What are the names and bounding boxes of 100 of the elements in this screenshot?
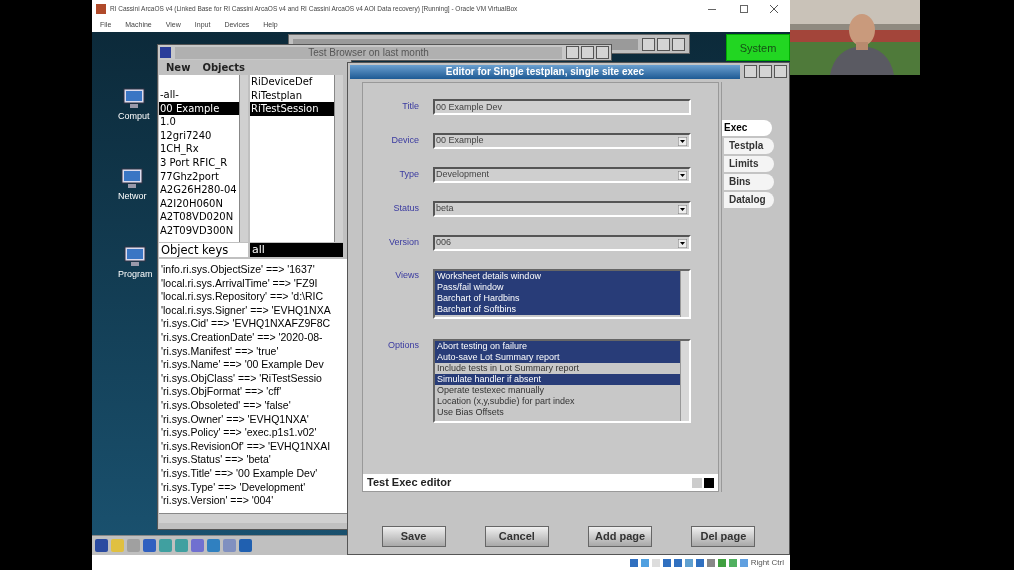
window-control-button[interactable] [759, 65, 772, 78]
scrollbar[interactable] [680, 341, 689, 421]
list-option[interactable]: Operate testexec manually [435, 385, 680, 396]
monitor-icon[interactable] [121, 88, 146, 110]
key-value-line: 'ri.sys.Obsoleted' ==> 'false' [160, 398, 292, 413]
key-value-line: 'ri.sys.Policy' ==> 'exec.p1s1.v02' [160, 426, 318, 440]
list-option[interactable]: Barchart of Softbins [435, 304, 680, 315]
dropdown-arrow-icon[interactable] [678, 136, 687, 146]
field-label: Options [386, 339, 420, 352]
list-item[interactable]: 77Ghz2port [159, 169, 239, 184]
list-item[interactable]: A2I20H060N [159, 196, 239, 211]
dialog-button[interactable]: Save [381, 526, 446, 547]
key-value-line: 'info.ri.sys.ObjectSize' ==> '1637' [160, 263, 316, 277]
list-item[interactable]: A2T09VD300N [159, 223, 239, 238]
icon-label: Comput [118, 112, 150, 121]
key-value-line: 'ri.sys.ObjFormat' ==> 'cff' [160, 385, 283, 399]
key-value-line: 'ri.sys.RevisionOf' ==> 'EVHQ1NXAI [160, 439, 332, 454]
keys-filter-field[interactable]: all [250, 243, 343, 257]
key-value-line: 'ri.sys.CreationDate' ==> '2020-08- [160, 330, 324, 345]
list-option[interactable]: Auto-save Lot Summary report [435, 352, 680, 363]
field-label: Type [398, 168, 420, 182]
notebook-tab[interactable]: Testpla [724, 138, 774, 154]
list-item[interactable]: A2T08VD020N [159, 210, 239, 224]
minimize-icon[interactable] [708, 8, 716, 10]
list-item[interactable]: A2G26H280-04 [159, 183, 239, 197]
key-value-line: 'ri.sys.Owner' ==> 'EVHQ1NXA' [160, 412, 310, 427]
window-control-button[interactable] [672, 37, 685, 51]
window-control-button[interactable] [566, 46, 579, 59]
window-control-button[interactable] [596, 46, 609, 59]
field-label: Device [390, 134, 420, 148]
key-value-line: 'ri.sys.Title' ==> '00 Example Dev' [160, 466, 319, 481]
list-item[interactable]: 12gri7240 [159, 128, 239, 143]
window-control-button[interactable] [642, 37, 655, 51]
window-title: Editor for Single testplan, single site exec [350, 64, 740, 79]
key-value-line: 'ri.sys.Cid' ==> 'EVHQ1NXAFZ9F8C [160, 317, 332, 331]
scrollbar[interactable] [334, 75, 343, 242]
field-label: Views [394, 269, 420, 282]
list-box[interactable]: Worksheet details window Pass/fail window Barchart of Hardbins Barchart of Softbins [433, 269, 691, 319]
key-value-line: 'ri.sys.Manifest' ==> 'true' [160, 344, 280, 359]
notebook-tab[interactable]: Bins [724, 174, 774, 190]
app-icon [160, 47, 171, 58]
key-value-line: 'ri.sys.Version' ==> '004' [160, 494, 275, 508]
keys-label: Object keys [159, 243, 248, 257]
list-item[interactable]: -all- [159, 88, 239, 102]
list-item[interactable]: RiTestplan [250, 88, 334, 103]
key-value-line: 'ri.sys.Type' ==> 'Development' [160, 480, 307, 495]
icon-label: Networ [118, 192, 147, 201]
close-icon[interactable] [770, 5, 778, 13]
list-item[interactable]: 3 Port RFIC_R [159, 155, 239, 170]
menu-item[interactable]: Objects [202, 60, 245, 75]
list-item[interactable]: RiTestSession [250, 102, 334, 116]
dropdown-arrow-icon[interactable] [678, 238, 687, 248]
page-status-text: Test Exec editor [367, 475, 453, 491]
list-option[interactable]: Worksheet details window [435, 271, 680, 282]
list-option[interactable]: Barchart of Hardbins [435, 293, 680, 304]
list-item[interactable]: RiDeviceDef [250, 75, 334, 89]
dialog-button[interactable]: Del page [691, 526, 756, 547]
list-option[interactable]: Pass/fail window [435, 282, 680, 293]
horizontal-scrollbar[interactable] [159, 513, 350, 523]
key-value-line: 'ri.sys.ObjClass' ==> 'RiTestSessio [160, 371, 323, 386]
list-option[interactable]: Include tests in Lot Summary report [435, 363, 680, 374]
dropdown[interactable]: beta [433, 201, 691, 217]
app-icon [96, 4, 106, 14]
field-label: Status [392, 202, 420, 216]
notebook-tab[interactable]: Limits [724, 156, 774, 172]
dropdown[interactable]: Development [433, 167, 691, 183]
page-arrow-button[interactable] [704, 477, 714, 488]
maximize-icon[interactable] [740, 5, 748, 13]
key-value-line: 'local.ri.sys.ArrivalTime' ==> 'FZ9I [160, 276, 319, 291]
dropdown-arrow-icon[interactable] [678, 204, 687, 214]
dialog-button[interactable]: Cancel [484, 526, 549, 547]
menu-item[interactable]: New [166, 60, 191, 75]
system-button[interactable]: System [726, 34, 790, 61]
list-option[interactable]: Simulate handler if absent [435, 374, 680, 385]
list-item[interactable]: 1.0 [159, 115, 239, 129]
window-control-button[interactable] [774, 65, 787, 78]
dropdown[interactable]: 006 [433, 235, 691, 251]
list-item[interactable]: 1CH_Rx [159, 142, 239, 156]
icon-label: Program [118, 270, 153, 279]
scrollbar[interactable] [680, 271, 689, 317]
key-value-line: 'ri.sys.Status' ==> 'beta' [160, 453, 272, 467]
list-option[interactable]: Abort testing on failure [435, 341, 680, 352]
notebook-tab[interactable]: Exec [722, 120, 772, 136]
dialog-button[interactable]: Add page [588, 526, 653, 547]
window-control-button[interactable] [744, 65, 757, 78]
list-option[interactable]: Use Bias Offsets [435, 407, 680, 418]
scrollbar[interactable] [239, 75, 248, 242]
window-control-button[interactable] [581, 46, 594, 59]
text-field[interactable]: 00 Example Dev [433, 99, 691, 115]
list-item[interactable]: 00 Example [159, 101, 239, 116]
key-value-line: 'local.ri.sys.Signer' ==> 'EVHQ1NXA [160, 303, 332, 318]
dropdown-arrow-icon[interactable] [678, 170, 687, 180]
monitor-icon[interactable] [123, 246, 148, 268]
key-value-line: 'ri.sys.Name' ==> '00 Example Dev [160, 358, 325, 372]
dropdown[interactable]: 00 Example [433, 133, 691, 149]
monitor-icon[interactable] [120, 168, 145, 190]
list-box[interactable]: Abort testing on failure Auto-save Lot Summary report Include tests in Lot Summary report Simulate handler if absent Operate testexec manually Location (x,y,subdie) for part index Use Bias Offsets [433, 339, 691, 423]
notebook-tab[interactable]: Datalog [724, 192, 774, 208]
window-control-button[interactable] [657, 37, 670, 51]
list-option[interactable]: Location (x,y,subdie) for part index [435, 396, 680, 407]
